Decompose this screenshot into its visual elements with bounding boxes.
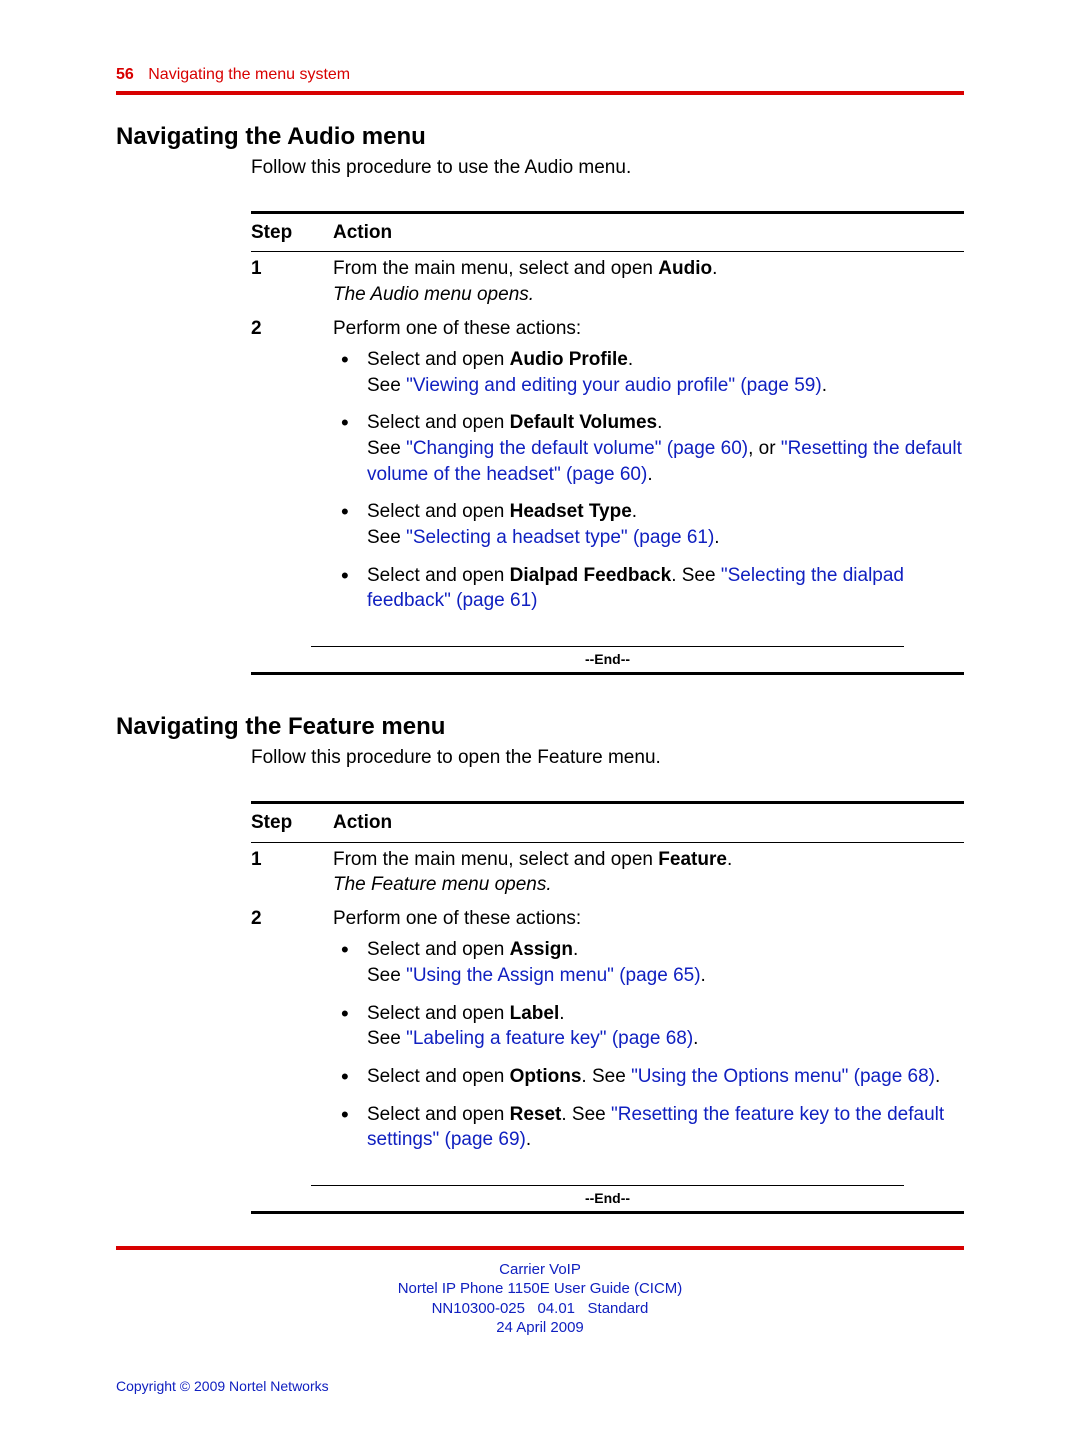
list-item: Select and open Label. See "Labeling a f… [339,995,964,1058]
xref-link[interactable]: "Using the Assign menu" (page 65) [406,965,700,986]
heading-audio-menu: Navigating the Audio menu [116,121,964,153]
intro-feature: Follow this procedure to open the Featur… [251,745,964,771]
copyright: Copyright © 2009 Nortel Networks [116,1377,329,1396]
list-item: Select and open Reset. See "Resetting th… [339,1096,964,1159]
step-number: 2 [251,316,333,620]
xref-link[interactable]: "Using the Options menu" (page 68) [631,1066,935,1087]
th-step: Step [251,220,333,246]
xref-link[interactable]: "Changing the default volume" (page 60) [406,438,748,459]
step-row: 2 Perform one of these actions: Select a… [251,312,964,624]
section-crumb: Navigating the menu system [148,66,350,83]
list-item: Select and open Audio Profile. See "View… [339,341,964,404]
xref-link[interactable]: "Selecting a headset type" (page 61) [406,527,714,548]
step-body: Perform one of these actions: Select and… [333,906,964,1159]
heading-feature-menu: Navigating the Feature menu [116,711,964,743]
step-row: 1 From the main menu, select and open Au… [251,252,964,311]
step-number: 1 [251,256,333,307]
step-body: From the main menu, select and open Feat… [333,847,964,898]
th-step: Step [251,810,333,836]
xref-link[interactable]: "Viewing and editing your audio profile"… [406,375,822,396]
step-number: 2 [251,906,333,1159]
list-item: Select and open Headset Type. See "Selec… [339,493,964,556]
footer-rule [116,1246,964,1250]
page-header: 56 Navigating the menu system [116,64,964,89]
end-marker: --End-- [251,1185,964,1214]
list-item: Select and open Options. See "Using the … [339,1058,964,1096]
th-action: Action [333,810,964,836]
step-row: 2 Perform one of these actions: Select a… [251,902,964,1163]
list-item: Select and open Default Volumes. See "Ch… [339,404,964,493]
step-number: 1 [251,847,333,898]
steps-feature: Step Action 1 From the main menu, select… [251,801,964,1214]
xref-link[interactable]: "Labeling a feature key" (page 68) [406,1028,693,1049]
steps-audio: Step Action 1 From the main menu, select… [251,211,964,675]
step-body: From the main menu, select and open Audi… [333,256,964,307]
list-item: Select and open Assign. See "Using the A… [339,931,964,994]
step-body: Perform one of these actions: Select and… [333,316,964,620]
footer-info: Carrier VoIP Nortel IP Phone 1150E User … [116,1260,964,1338]
end-marker: --End-- [251,646,964,675]
page-number: 56 [116,66,134,83]
header-rule [116,91,964,95]
th-action: Action [333,220,964,246]
list-item: Select and open Dialpad Feedback. See "S… [339,557,964,620]
step-row: 1 From the main menu, select and open Fe… [251,843,964,902]
intro-audio: Follow this procedure to use the Audio m… [251,155,964,181]
